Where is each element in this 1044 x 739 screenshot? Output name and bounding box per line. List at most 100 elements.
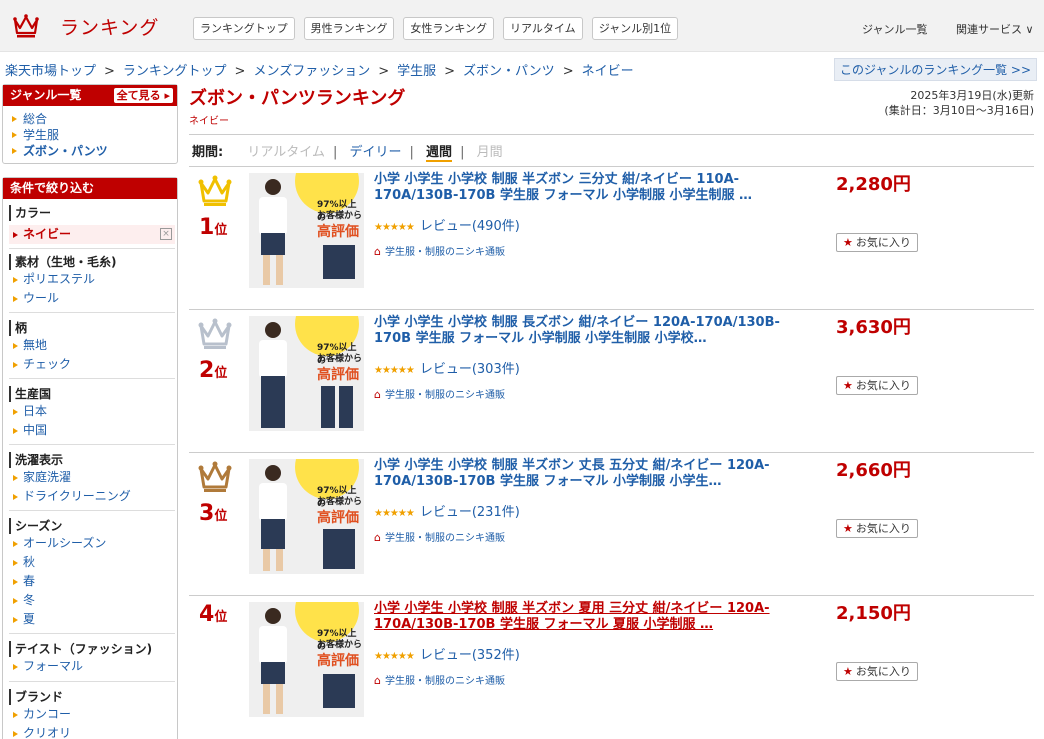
genre-item-overall[interactable]: 総合: [3, 111, 177, 127]
product-name-link[interactable]: 小学 小学生 小学校 制服 半ズボン 夏用 三分丈 紺/ネイビー 120A-17…: [374, 601, 804, 633]
see-all-button[interactable]: 全て見る ▸: [113, 88, 173, 103]
price: 2,280円: [836, 174, 911, 195]
filter-item-autumn[interactable]: 秋: [9, 553, 175, 572]
filter-title-color: カラー: [9, 205, 175, 221]
shop-icon: ⌂: [374, 245, 381, 258]
filter-item-navy[interactable]: ネイビー ×: [9, 225, 175, 244]
genre-box-title: ジャンル一覧: [10, 88, 82, 102]
shop-link[interactable]: ⌂ 学生服・制服のニシキ通販: [374, 672, 505, 687]
shop-link[interactable]: ⌂ 学生服・制服のニシキ通販: [374, 529, 505, 544]
rank-value: 2: [199, 358, 215, 383]
price: 2,660円: [836, 460, 911, 481]
period-weekly[interactable]: 週間: [426, 145, 453, 162]
related-services-dropdown[interactable]: 関連サービス ∨: [956, 21, 1034, 37]
nav-ranking-top[interactable]: ランキングトップ: [193, 17, 295, 40]
filter-item-spring[interactable]: 春: [9, 572, 175, 591]
period-monthly: 月間: [476, 145, 503, 160]
filter-item-winter[interactable]: 冬: [9, 591, 175, 610]
rank-suffix: 位: [214, 509, 228, 524]
divider: [9, 248, 175, 249]
breadcrumb-rakuten-top[interactable]: 楽天市場トップ: [5, 64, 96, 79]
updated-date: 2025年3月19日(水)更新: [910, 89, 1034, 102]
genre-ranking-list-link[interactable]: このジャンルのランキング一覧 >>: [834, 58, 1037, 81]
product-image[interactable]: 97%以上の お客様から 高評価: [249, 173, 364, 288]
divider: [9, 681, 175, 682]
filter-group-color: カラー ネイビー ×: [9, 205, 175, 244]
period-separator: |: [332, 145, 338, 160]
filter-item-all-season[interactable]: オールシーズン: [9, 534, 175, 553]
thumb-text-mid: お客様から: [317, 211, 363, 221]
breadcrumb-ranking-top[interactable]: ランキングトップ: [123, 64, 227, 79]
nav-realtime[interactable]: リアルタイム: [503, 17, 583, 40]
filter-item-home-wash[interactable]: 家庭洗濯: [9, 468, 175, 487]
divider: [189, 134, 1034, 135]
product-name-link[interactable]: 小学 小学生 小学校 制服 半ズボン 三分丈 紺/ネイビー 110A-170A/…: [374, 172, 804, 204]
shop-icon: ⌂: [374, 531, 381, 544]
favorite-label: お気に入り: [855, 379, 911, 392]
genre-item-pants[interactable]: ズボン・パンツ: [3, 143, 177, 159]
product-image[interactable]: 97%以上の お客様から 高評価: [249, 459, 364, 574]
review-link[interactable]: ★★★★★ レビュー(303件): [374, 358, 520, 377]
review-link[interactable]: ★★★★★ レビュー(231件): [374, 501, 520, 520]
price: 3,630円: [836, 317, 911, 338]
favorite-button[interactable]: ★ お気に入り: [836, 376, 918, 395]
review-link[interactable]: ★★★★★ レビュー(490件): [374, 215, 520, 234]
divider: [9, 510, 175, 511]
period-daily[interactable]: デイリー: [350, 145, 402, 160]
clear-filter-icon[interactable]: ×: [160, 228, 172, 240]
nav-genre-first[interactable]: ジャンル別1位: [591, 17, 679, 40]
gold-crown-icon: [198, 175, 232, 206]
filter-item-china[interactable]: 中国: [9, 421, 175, 440]
shop-link[interactable]: ⌂ 学生服・制服のニシキ通販: [374, 386, 505, 401]
star-rating-icon: ★★★★★: [374, 222, 415, 233]
nav-male-ranking[interactable]: 男性ランキング: [303, 17, 395, 40]
filter-item-kanko[interactable]: カンコー: [9, 705, 175, 724]
period-realtime: リアルタイム: [247, 145, 325, 160]
rank-value: 4: [199, 602, 215, 627]
breadcrumb-school-uniform[interactable]: 学生服: [397, 64, 436, 79]
breadcrumb-navy[interactable]: ネイビー: [582, 64, 634, 79]
filter-item-summer[interactable]: 夏: [9, 610, 175, 629]
thumb-text-big: 高評価: [317, 510, 359, 526]
filter-item-formal[interactable]: フォーマル: [9, 657, 175, 676]
period-label: 期間:: [192, 145, 224, 160]
genre-list-link[interactable]: ジャンル一覧: [862, 21, 927, 37]
shop-link[interactable]: ⌂ 学生服・制服のニシキ通販: [374, 243, 505, 258]
favorite-button[interactable]: ★ お気に入り: [836, 662, 918, 681]
ranking-logo[interactable]: ランキング: [12, 12, 159, 40]
thumb-text-mid: お客様から: [317, 497, 363, 507]
breadcrumb-pants[interactable]: ズボン・パンツ: [463, 64, 555, 79]
product-name-link[interactable]: 小学 小学生 小学校 制服 半ズボン 丈長 五分丈 紺/ネイビー 120A-17…: [374, 458, 804, 490]
filter-item-wool[interactable]: ウール: [9, 289, 175, 308]
breadcrumb-separator: >: [234, 64, 246, 79]
filter-item-navy-label: ネイビー: [23, 227, 72, 241]
nav-female-ranking[interactable]: 女性ランキング: [403, 17, 495, 40]
filter-title-pattern: 柄: [9, 320, 175, 336]
product-image[interactable]: 97%以上の お客様から 高評価: [249, 316, 364, 431]
product-name-link[interactable]: 小学 小学生 小学校 制服 長ズボン 紺/ネイビー 120A-170A/130B…: [374, 315, 804, 347]
breadcrumb: 楽天市場トップ > ランキングトップ > メンズファッション > 学生服 > ズボン・パンツ > ネ…: [5, 60, 634, 79]
bronze-crown-icon: [198, 461, 232, 492]
rank-suffix: 位: [214, 223, 228, 238]
favorite-button[interactable]: ★ お気に入り: [836, 519, 918, 538]
star-rating-icon: ★★★★★: [374, 508, 415, 519]
filter-item-plain[interactable]: 無地: [9, 336, 175, 355]
product-image[interactable]: 97%以上の お客様から 高評価: [249, 602, 364, 717]
filter-item-check[interactable]: チェック: [9, 355, 175, 374]
rank-value: 3: [199, 501, 215, 526]
filter-item-dry-clean[interactable]: ドライクリーニング: [9, 487, 175, 506]
favorite-label: お気に入り: [855, 665, 911, 678]
review-link[interactable]: ★★★★★ レビュー(352件): [374, 644, 520, 663]
favorite-button[interactable]: ★ お気に入り: [836, 233, 918, 252]
filter-item-criori[interactable]: クリオリ: [9, 724, 175, 739]
filter-item-polyester[interactable]: ポリエステル: [9, 270, 175, 289]
genre-item-school-uniform[interactable]: 学生服: [3, 127, 177, 143]
ranking-item: 2位 97%以上の お客様から 高評価 小学 小学生 小学校 制服 長ズボン 紺…: [189, 310, 1034, 453]
filter-item-japan[interactable]: 日本: [9, 402, 175, 421]
star-icon: ★: [843, 665, 853, 678]
breadcrumb-mens-fashion[interactable]: メンズファッション: [253, 64, 370, 79]
header-nav: ランキングトップ 男性ランキング 女性ランキング リアルタイム ジャンル別1位: [193, 17, 687, 40]
breadcrumb-separator: >: [378, 64, 390, 79]
filter-title-taste: テイスト（ファッション): [9, 641, 175, 657]
breadcrumb-separator: >: [104, 64, 115, 79]
